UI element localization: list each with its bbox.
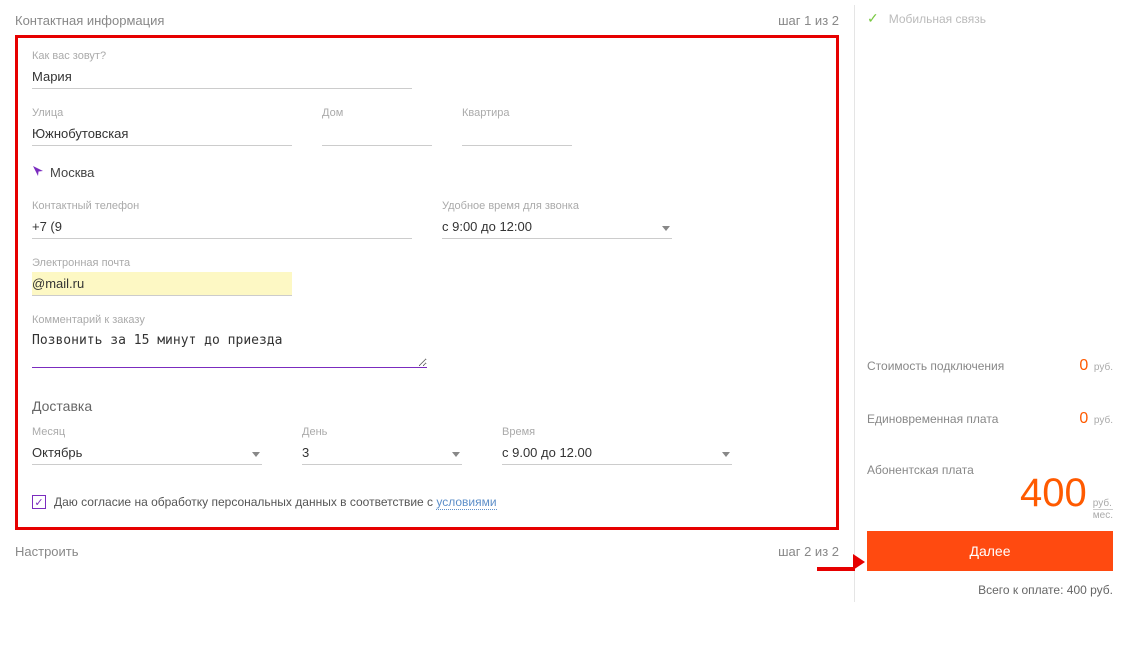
arrow-icon [817,559,865,576]
check-icon: ✓ [867,10,879,27]
fee-unit-month: мес. [1093,509,1113,521]
cost-once-value: 0 [1079,410,1088,427]
sidebar-summary: ✓ Мобильная связь Стоимость подключения … [855,0,1125,607]
email-input[interactable] [32,272,292,296]
main-form-area: Контактная информация шаг 1 из 2 Как вас… [0,0,854,607]
section-footer: Настроить шаг 2 из 2 [15,536,839,567]
cost-unit: руб. [1094,415,1113,426]
chevron-down-icon [252,452,260,457]
street-label: Улица [32,107,292,119]
cost-connect-label: Стоимость подключения [867,359,1004,373]
phone-label: Контактный телефон [32,200,412,212]
next-button[interactable]: Далее [867,531,1113,571]
time-label: Время [502,426,732,438]
section-header: Контактная информация шаг 1 из 2 [15,10,839,31]
chevron-down-icon [662,226,670,231]
mobile-label: Мобильная связь [889,12,986,26]
comment-textarea[interactable] [32,329,427,368]
consent-text: Даю согласие на обработку персональных д… [54,495,497,509]
apt-input[interactable] [462,122,572,146]
step-indicator-2: шаг 2 из 2 [778,544,839,559]
contact-form: Как вас зовут? Улица Дом Квартира [15,35,839,530]
fee-label: Абонентская плата [867,463,974,477]
city-name: Москва [50,165,94,180]
fee-unit-rub: руб. [1093,498,1113,509]
comment-label: Комментарий к заказу [32,314,427,326]
apt-label: Квартира [462,107,572,119]
location-icon [32,164,44,180]
step-indicator: шаг 1 из 2 [778,13,839,28]
chevron-down-icon [722,452,730,457]
name-label: Как вас зовут? [32,50,412,62]
house-label: Дом [322,107,432,119]
delivery-title: Доставка [32,398,822,414]
cost-unit: руб. [1094,362,1113,373]
street-input[interactable] [32,122,292,146]
month-label: Месяц [32,426,262,438]
calltime-select[interactable] [442,215,672,239]
configure-title: Настроить [15,544,79,559]
page-title: Контактная информация [15,13,164,28]
chevron-down-icon [452,452,460,457]
city-row[interactable]: Москва [32,164,822,180]
calltime-label: Удобное время для звонка [442,200,672,212]
consent-checkbox[interactable]: ✓ [32,495,46,509]
house-input[interactable] [322,122,432,146]
consent-link[interactable]: условиями [436,495,496,510]
consent-prefix: Даю согласие на обработку персональных д… [54,495,436,509]
cost-connect-value: 0 [1079,357,1088,374]
month-select[interactable] [32,441,262,465]
total-amount: Всего к оплате: 400 руб. [867,583,1113,597]
email-label: Электронная почта [32,257,292,269]
time-select[interactable] [502,441,732,465]
cost-once-label: Единовременная плата [867,412,998,426]
fee-value: 400 [1020,473,1087,513]
mobile-check-row: ✓ Мобильная связь [867,10,1113,27]
name-input[interactable] [32,65,412,89]
phone-input[interactable] [32,215,412,239]
day-select[interactable] [302,441,462,465]
day-label: День [302,426,462,438]
